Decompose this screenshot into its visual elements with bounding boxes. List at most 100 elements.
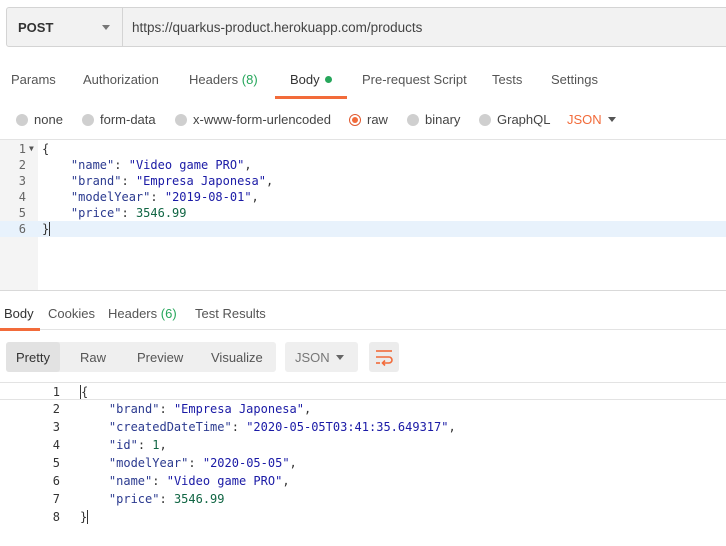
radio-icon: [407, 113, 419, 126]
response-active-tab-indicator: [0, 328, 40, 331]
radio-raw[interactable]: raw: [349, 112, 388, 127]
tab-body[interactable]: Body: [290, 60, 332, 100]
tab-params[interactable]: Params: [11, 60, 56, 100]
tab-headers[interactable]: Headers (8): [189, 60, 258, 100]
chevron-down-icon: [102, 25, 110, 30]
code-text: {: [80, 383, 88, 401]
response-tab-headers[interactable]: Headers (6): [108, 296, 177, 330]
request-bar: POST https://quarkus-product.herokuapp.c…: [6, 7, 726, 47]
tab-tests[interactable]: Tests: [492, 60, 522, 100]
view-preview-button[interactable]: Preview: [127, 342, 193, 372]
code-text: "name": "Video game PRO",: [108, 474, 290, 488]
method-select[interactable]: POST: [7, 8, 123, 46]
line-number: 7: [52, 492, 60, 506]
radio-none[interactable]: none: [16, 112, 63, 127]
response-tabs: Body Cookies Headers (6) Test Results: [0, 296, 726, 330]
code-line: 5 "price": 3546.99: [0, 205, 726, 221]
active-tab-indicator: [275, 96, 347, 99]
code-line: 1 {: [0, 382, 726, 400]
json-value: 1: [152, 438, 160, 452]
tab-pre-request-script[interactable]: Pre-request Script: [362, 60, 467, 100]
code-line: 7 "price": 3546.99: [0, 490, 726, 508]
line-number: 5: [18, 206, 26, 220]
view-raw-button[interactable]: Raw: [70, 342, 116, 372]
json-value: "Empresa Japonesa": [135, 174, 266, 188]
response-body-viewer[interactable]: 1 { 2 "brand": "Empresa Japonesa", 3 "cr…: [0, 382, 726, 546]
json-key: "name": [108, 474, 153, 488]
radio-none-label: none: [34, 112, 63, 127]
body-type-options: none form-data x-www-form-urlencoded raw…: [0, 104, 726, 136]
json-key: "price": [70, 206, 122, 220]
code-text: "createdDateTime": "2020-05-05T03:41:35.…: [108, 420, 456, 434]
json-key: "modelYear": [70, 190, 151, 204]
chevron-down-icon[interactable]: [608, 117, 616, 122]
text-cursor: [49, 222, 51, 236]
view-pretty-button[interactable]: Pretty: [6, 342, 60, 372]
line-number: 4: [52, 438, 60, 452]
tab-authorization[interactable]: Authorization: [83, 60, 159, 100]
line-number: 3: [18, 174, 26, 188]
line-number: 1: [52, 385, 60, 399]
radio-icon: [16, 113, 28, 126]
radio-icon: [82, 113, 94, 126]
opening-brace: {: [81, 385, 89, 399]
line-number: 3: [52, 420, 60, 434]
json-value: 3546.99: [135, 206, 187, 220]
code-text: "modelYear": "2019-08-01",: [70, 190, 259, 204]
code-line: 1 ▼ {: [0, 141, 726, 157]
response-view-group: Pretty Raw Preview Visualize: [6, 342, 276, 372]
radio-form-data[interactable]: form-data: [82, 112, 156, 127]
line-number: 6: [52, 474, 60, 488]
json-value: "Video game PRO": [166, 474, 283, 488]
radio-graphql-label: GraphQL: [497, 112, 551, 127]
json-value: "2019-08-01": [164, 190, 252, 204]
code-text: "id": 1,: [108, 438, 167, 452]
code-line: 3 "brand": "Empresa Japonesa",: [0, 173, 726, 189]
code-text: "brand": "Empresa Japonesa",: [70, 174, 274, 188]
line-number: 6: [18, 222, 26, 236]
line-number: 5: [52, 456, 60, 470]
url-input[interactable]: https://quarkus-product.herokuapp.com/pr…: [123, 8, 726, 46]
json-value: "2020-05-05": [202, 456, 290, 470]
request-body-editor[interactable]: 1 ▼ { 2 "name": "Video game PRO", 3 "bra…: [0, 139, 726, 291]
chevron-down-icon[interactable]: [336, 355, 344, 360]
tab-body-label: Body: [290, 72, 320, 87]
code-line: 5 "modelYear": "2020-05-05",: [0, 454, 726, 472]
fold-arrow-icon[interactable]: ▼: [29, 141, 34, 157]
json-key: "createdDateTime": [108, 420, 232, 434]
tab-headers-label: Headers: [189, 72, 239, 87]
tab-settings[interactable]: Settings: [551, 60, 598, 100]
code-text: }: [80, 508, 89, 526]
code-text: "name": "Video game PRO",: [70, 158, 252, 172]
code-line: 3 "createdDateTime": "2020-05-05T03:41:3…: [0, 418, 726, 436]
code-line: 2 "name": "Video game PRO",: [0, 157, 726, 173]
body-modified-dot-icon: [324, 76, 332, 83]
radio-urlencoded[interactable]: x-www-form-urlencoded: [175, 112, 331, 127]
code-line: 6 "name": "Video game PRO",: [0, 472, 726, 490]
response-tab-cookies[interactable]: Cookies: [48, 296, 95, 330]
request-tabs: Params Authorization Headers (8) Body Pr…: [0, 60, 726, 100]
radio-graphql[interactable]: GraphQL: [479, 112, 550, 127]
radio-binary-label: binary: [425, 112, 461, 127]
line-number: 1: [18, 142, 26, 156]
json-value: "2020-05-05T03:41:35.649317": [246, 420, 449, 434]
line-number: 8: [52, 510, 60, 524]
response-tab-test-results[interactable]: Test Results: [195, 296, 266, 330]
body-format-select[interactable]: JSON: [567, 112, 602, 127]
code-text: "modelYear": "2020-05-05",: [108, 456, 297, 470]
json-value: "Empresa Japonesa": [173, 402, 304, 416]
view-visualize-button[interactable]: Visualize: [201, 342, 273, 372]
radio-binary[interactable]: binary: [407, 112, 460, 127]
json-value: "Video game PRO": [128, 158, 245, 172]
json-key: "brand": [108, 402, 160, 416]
code-text: {: [42, 142, 50, 156]
radio-form-data-label: form-data: [100, 112, 156, 127]
text-cursor: [87, 510, 89, 524]
wrap-lines-button[interactable]: [369, 342, 399, 372]
response-format-select[interactable]: JSON: [285, 342, 358, 372]
radio-selected-icon: [349, 113, 361, 126]
method-label: POST: [18, 19, 54, 35]
line-number: 4: [18, 190, 26, 204]
response-tab-body[interactable]: Body: [4, 296, 34, 330]
code-line: 8 }: [0, 508, 726, 526]
